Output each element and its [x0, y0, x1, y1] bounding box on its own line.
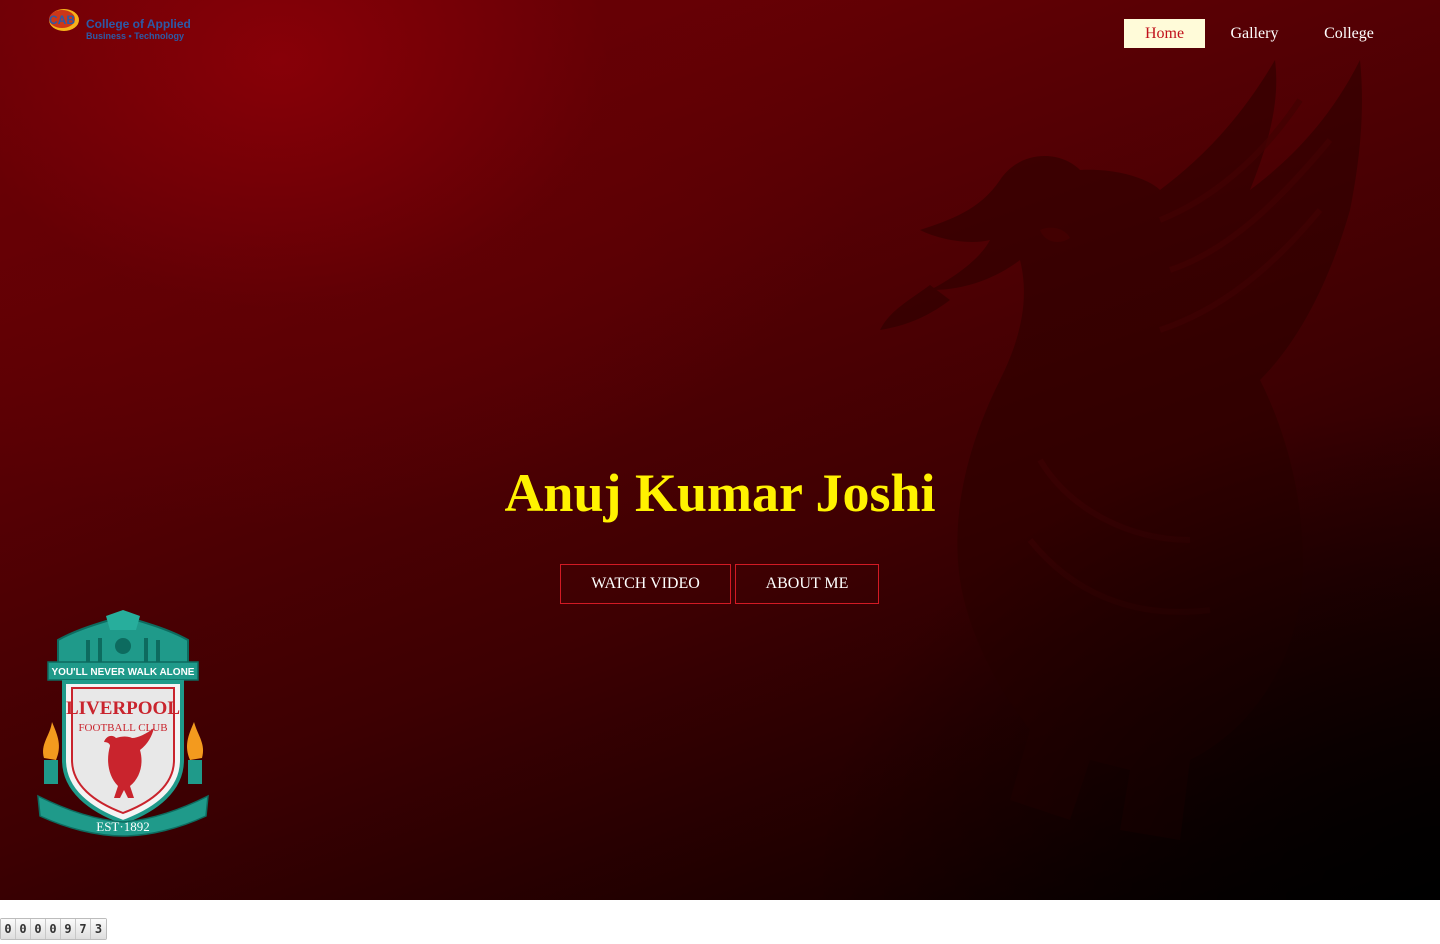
logo-mark-text: CAB	[49, 13, 75, 27]
counter-digit: 0	[31, 919, 46, 939]
watch-video-button[interactable]: WATCH VIDEO	[560, 564, 731, 604]
college-logo[interactable]: CAB College of Applied Business • Techno…	[46, 4, 196, 44]
about-me-button[interactable]: ABOUT ME	[735, 564, 879, 604]
logo-line-1: College of Applied	[86, 17, 191, 31]
nav-gallery[interactable]: Gallery	[1205, 19, 1304, 48]
counter-digit: 0	[46, 919, 61, 939]
liverbird-watermark-icon	[880, 60, 1362, 840]
crest-motto: YOU'LL NEVER WALK ALONE	[52, 667, 195, 678]
logo-line-2: Business • Technology	[86, 31, 185, 41]
nav-college[interactable]: College	[1304, 19, 1394, 48]
counter-digit: 9	[61, 919, 76, 939]
counter-digit: 3	[91, 919, 106, 939]
crest-name: LIVERPOOL	[66, 698, 180, 719]
liverpool-crest-icon: YOU'LL NEVER WALK ALONE LIVERPOOL FOOTBA…	[37, 610, 209, 837]
counter-digit: 0	[16, 919, 31, 939]
nav-home[interactable]: Home	[1124, 19, 1205, 48]
main-nav: Home Gallery College	[1124, 19, 1394, 48]
counter-digit: 0	[1, 919, 16, 939]
crest-subname: FOOTBALL CLUB	[78, 722, 167, 734]
counter-digit: 7	[76, 919, 91, 939]
cab-logo-icon: CAB	[49, 9, 79, 31]
hero-section: CAB College of Applied Business • Techno…	[0, 0, 1440, 900]
crest-est: EST·1892	[96, 819, 149, 834]
visitor-counter: 0 0 0 0 9 7 3	[0, 918, 107, 940]
hero-title: Anuj Kumar Joshi	[504, 463, 936, 523]
